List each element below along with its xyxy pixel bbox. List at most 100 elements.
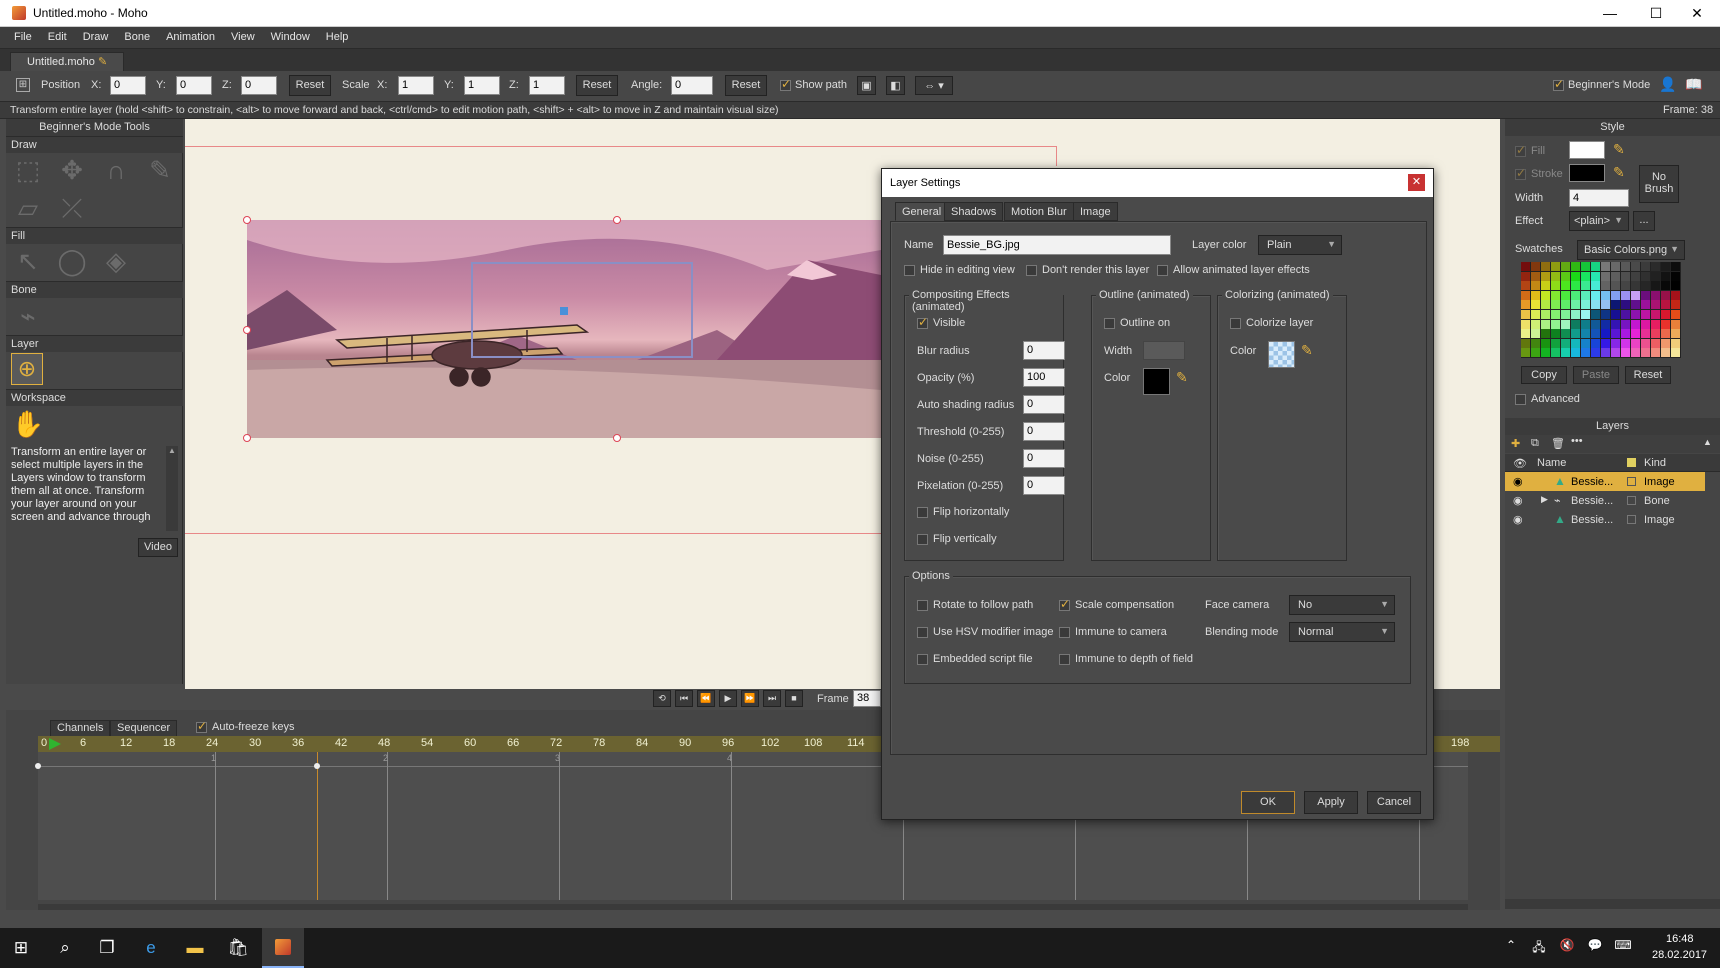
flip-v-checkbox[interactable] — [917, 534, 928, 545]
opacity-field[interactable]: 100 — [1023, 368, 1065, 387]
allow-anim-checkbox[interactable] — [1157, 265, 1168, 276]
freehand-icon[interactable]: ✎ — [143, 153, 177, 187]
color-swatch[interactable] — [1571, 319, 1580, 329]
color-swatch[interactable] — [1611, 281, 1620, 291]
color-swatch[interactable] — [1621, 271, 1630, 281]
effect-dropdown[interactable]: <plain> — [1569, 211, 1629, 231]
color-swatch[interactable] — [1631, 348, 1640, 358]
delete-layer-icon[interactable]: 🗑 — [1551, 437, 1565, 450]
color-swatch[interactable] — [1671, 338, 1680, 348]
stop-icon[interactable]: ■ — [785, 690, 803, 707]
outline-width-field[interactable] — [1143, 341, 1185, 360]
handle-top-left[interactable] — [243, 216, 251, 224]
color-swatch[interactable] — [1561, 338, 1570, 348]
color-swatch[interactable] — [1631, 290, 1640, 300]
color-swatch[interactable] — [1521, 271, 1530, 281]
flip-layer-icon[interactable]: ◧ — [886, 76, 905, 95]
no-brush-button[interactable]: No Brush — [1639, 165, 1679, 203]
hand-icon[interactable]: ✋ — [11, 407, 45, 441]
copy-button[interactable]: Copy — [1521, 366, 1567, 384]
color-swatch[interactable] — [1661, 290, 1670, 300]
visible-checkbox[interactable] — [917, 315, 928, 329]
delete-edge-icon[interactable]: ⤫ — [55, 191, 89, 225]
color-swatch[interactable] — [1601, 348, 1610, 358]
color-swatch[interactable] — [1621, 338, 1630, 348]
color-swatch[interactable] — [1671, 319, 1680, 329]
layer-color-dropdown[interactable]: Plain — [1258, 235, 1342, 255]
new-layer-icon[interactable]: ✚ — [1511, 437, 1520, 450]
color-swatch[interactable] — [1581, 281, 1590, 291]
rotate-checkbox[interactable] — [917, 600, 928, 611]
notification-icon[interactable]: 💬 — [1584, 938, 1606, 958]
color-swatch[interactable] — [1561, 281, 1570, 291]
bone-tool-icon[interactable]: ⌁ — [11, 299, 45, 333]
task-view-icon[interactable]: ❐ — [96, 938, 118, 958]
color-swatch[interactable] — [1671, 271, 1680, 281]
outline-on-checkbox[interactable] — [1104, 318, 1115, 329]
color-swatch[interactable] — [1631, 262, 1640, 271]
color-swatch[interactable] — [1641, 300, 1650, 310]
menu-view[interactable]: View — [223, 27, 263, 43]
tool-dropdown-icon[interactable]: ⇔ ▾ — [915, 76, 953, 95]
layer-name-field[interactable]: Bessie_BG.jpg — [943, 235, 1171, 255]
menu-help[interactable]: Help — [318, 27, 357, 43]
menu-file[interactable]: File — [6, 27, 40, 43]
start-icon[interactable]: ⊞ — [10, 938, 32, 958]
color-swatch[interactable] — [1551, 281, 1560, 291]
layers-collapse-icon[interactable]: ▲ — [1703, 437, 1712, 447]
color-swatch[interactable] — [1671, 281, 1680, 291]
hide-editing-checkbox[interactable] — [904, 265, 915, 276]
blending-dropdown[interactable]: Normal — [1289, 622, 1395, 642]
tab-motion-blur[interactable]: Motion Blur — [1004, 202, 1074, 221]
color-swatch[interactable] — [1671, 348, 1680, 358]
auto-shading-field[interactable]: 0 — [1023, 395, 1065, 414]
layer-color-box[interactable] — [1627, 477, 1636, 486]
edge-icon[interactable]: e — [140, 938, 162, 958]
eye-icon[interactable]: ◉ — [1513, 513, 1523, 526]
video-button[interactable]: Video — [138, 538, 178, 557]
immune-dof-checkbox[interactable] — [1059, 654, 1070, 665]
color-swatch[interactable] — [1621, 281, 1630, 291]
color-swatch[interactable] — [1581, 319, 1590, 329]
color-swatch[interactable] — [1611, 338, 1620, 348]
blur-field[interactable]: 0 — [1023, 341, 1065, 360]
color-swatch[interactable] — [1651, 271, 1660, 281]
file-explorer-icon[interactable]: ▬ — [184, 938, 206, 958]
layer-origin-handle[interactable] — [560, 307, 568, 315]
color-swatch[interactable] — [1651, 338, 1660, 348]
menu-draw[interactable]: Draw — [75, 27, 117, 43]
color-swatch[interactable] — [1581, 310, 1590, 319]
color-swatch[interactable] — [1621, 329, 1630, 339]
select-points-icon[interactable]: ⬚ — [11, 153, 45, 187]
color-swatch[interactable] — [1561, 300, 1570, 310]
color-swatch[interactable] — [1631, 271, 1640, 281]
color-swatch[interactable] — [1611, 348, 1620, 358]
keyframe-0[interactable] — [35, 763, 41, 769]
last-frame-icon[interactable]: ⏭ — [763, 690, 781, 707]
swatches-dropdown[interactable]: Basic Colors.png — [1577, 240, 1685, 260]
color-swatch[interactable] — [1551, 271, 1560, 281]
prev-frame-icon[interactable]: ⏪ — [697, 690, 715, 707]
color-swatch[interactable] — [1601, 338, 1610, 348]
color-swatch[interactable] — [1551, 290, 1560, 300]
color-swatch[interactable] — [1661, 300, 1670, 310]
color-swatch[interactable] — [1521, 281, 1530, 291]
color-swatch[interactable] — [1541, 348, 1550, 358]
color-swatch[interactable] — [1621, 300, 1630, 310]
color-swatch[interactable] — [1621, 319, 1630, 329]
color-swatch[interactable] — [1601, 319, 1610, 329]
color-swatch[interactable] — [1531, 290, 1540, 300]
color-swatch[interactable] — [1591, 271, 1600, 281]
color-swatch[interactable] — [1601, 329, 1610, 339]
color-swatch[interactable] — [1591, 281, 1600, 291]
user-icon[interactable]: 👤 — [1659, 76, 1677, 94]
layer-color-box[interactable] — [1627, 496, 1636, 505]
color-swatch[interactable] — [1661, 319, 1670, 329]
color-swatch[interactable] — [1601, 310, 1610, 319]
color-swatch[interactable] — [1621, 262, 1630, 271]
help-scrollbar[interactable]: ▲ — [166, 446, 178, 531]
color-swatch[interactable] — [1551, 338, 1560, 348]
first-frame-icon[interactable]: ⏮ — [675, 690, 693, 707]
stroke-eyedropper-icon[interactable]: ✎ — [1613, 164, 1625, 181]
color-swatch[interactable] — [1521, 319, 1530, 329]
